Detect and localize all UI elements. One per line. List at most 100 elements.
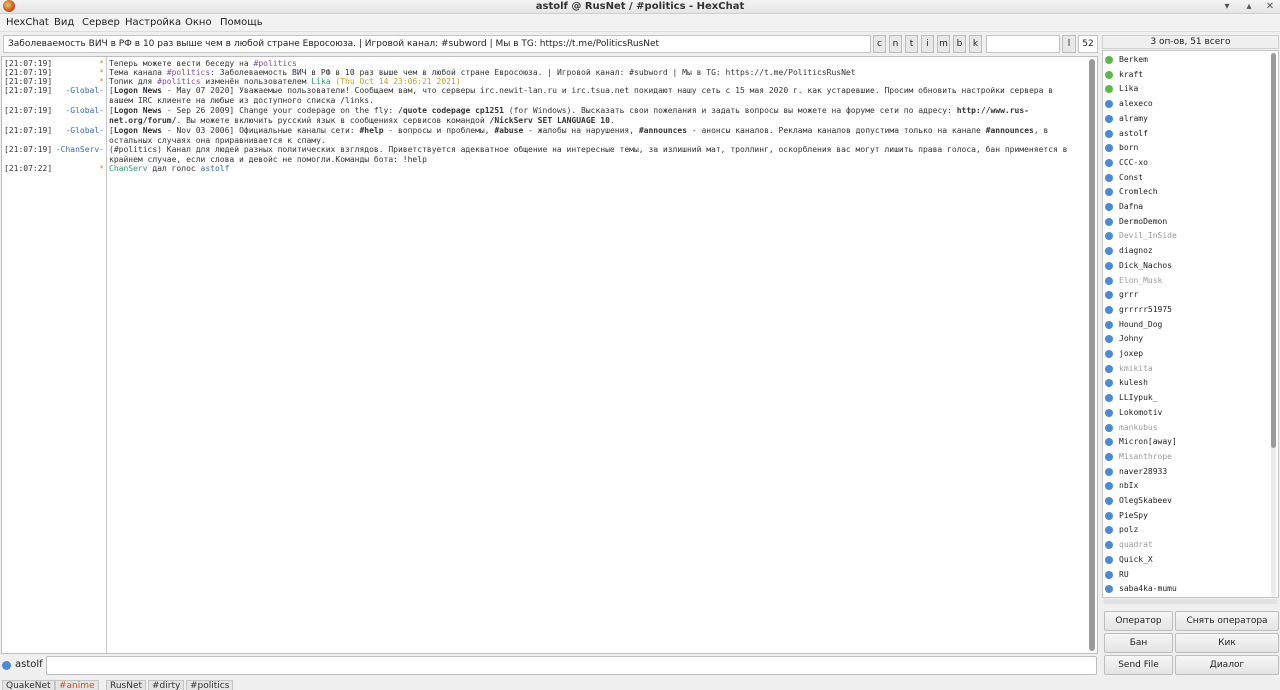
user-list-item[interactable]: alexeco [1105, 97, 1265, 111]
user-list-scrollbar-thumb[interactable] [1271, 53, 1276, 448]
user-list-item[interactable]: alramy [1105, 112, 1265, 126]
user-list-item[interactable]: OlegSkabeev [1105, 494, 1265, 508]
user-limit-field[interactable]: 52 [1078, 35, 1098, 53]
message-input[interactable] [46, 656, 1097, 675]
tab-rusnet[interactable]: RusNet [106, 680, 147, 690]
maximize-icon[interactable]: ▴ [1243, 1, 1255, 13]
user-nick: Hound_Dog [1119, 319, 1163, 329]
user-list-item[interactable]: born [1105, 141, 1265, 155]
user-list-item[interactable]: kmikita [1105, 362, 1265, 376]
key-input[interactable] [986, 35, 1060, 53]
user-list-item[interactable]: RU [1105, 568, 1265, 582]
voice-status-icon [1105, 114, 1113, 123]
voice-status-icon [1105, 129, 1113, 138]
kick-button[interactable]: Кик [1175, 633, 1279, 653]
user-list-item[interactable]: diagnoz [1105, 244, 1265, 258]
user-list-item[interactable]: Lika [1105, 82, 1265, 96]
user-list-item[interactable]: mankubus [1105, 421, 1265, 435]
tab-quakenet[interactable]: QuakeNet [2, 680, 55, 690]
voice-status-icon [1105, 364, 1113, 373]
ban-button[interactable]: Бан [1104, 633, 1173, 653]
user-list-item[interactable]: polz [1105, 523, 1265, 537]
tab-dirty[interactable]: #dirty [148, 680, 185, 690]
user-list-hscrollbar[interactable] [1103, 599, 1278, 604]
user-list-item[interactable]: joxep [1105, 347, 1265, 361]
chat-nick[interactable]: -Global- [65, 106, 104, 116]
user-list[interactable]: Berkem kraft Lika alexeco alramy astolf born CC… [1102, 50, 1279, 598]
voice-status-icon [1105, 511, 1113, 520]
user-list-item[interactable]: Devil_InSide [1105, 229, 1265, 243]
user-list-item[interactable]: Dafna [1105, 200, 1265, 214]
user-list-item[interactable]: LLIypuk_ [1105, 391, 1265, 405]
user-list-item[interactable]: naver28933 [1105, 465, 1265, 479]
send-file-button[interactable]: Send File [1104, 655, 1173, 675]
user-list-item[interactable]: Quick_X [1105, 553, 1265, 567]
chat-nick[interactable]: * [99, 164, 104, 174]
chat-nick[interactable]: -ChanServ- [56, 145, 104, 155]
dialog-button[interactable]: Диалог [1175, 655, 1279, 675]
voice-status-icon [1105, 291, 1113, 300]
mode-i-button[interactable]: i [921, 35, 934, 53]
user-list-item[interactable]: Misanthrope [1105, 450, 1265, 464]
user-list-item[interactable]: Elon_Musk [1105, 274, 1265, 288]
user-list-item[interactable]: grrr [1105, 288, 1265, 302]
user-list-item[interactable]: grrrrr51975 [1105, 303, 1265, 317]
user-list-item[interactable]: CCC-xo [1105, 156, 1265, 170]
user-list-item[interactable]: saba4ka-mumu [1105, 582, 1265, 596]
voice-status-icon [1105, 394, 1113, 403]
nick-column-separator[interactable] [106, 57, 107, 653]
user-list-item[interactable]: Dick_Nachos [1105, 259, 1265, 273]
close-icon[interactable]: ✕ [1264, 1, 1276, 13]
chat-log[interactable]: [21:07:19] * Теперь можете вести беседу на… [1, 56, 1098, 654]
user-list-item[interactable]: quadrat [1105, 538, 1265, 552]
deop-button[interactable]: Снять оператора [1175, 611, 1279, 631]
user-list-item[interactable]: Const [1105, 171, 1265, 185]
user-nick: born [1119, 143, 1139, 153]
user-list-item[interactable]: Hound_Dog [1105, 318, 1265, 332]
user-nick: Lokomotiv [1119, 407, 1163, 417]
chat-message: [Logon News - Sep 26 2009] Change your c… [109, 106, 1029, 125]
user-list-item[interactable]: Cromlech [1105, 185, 1265, 199]
nick-button[interactable]: astolf [15, 659, 43, 670]
mode-k-button[interactable]: k [969, 35, 982, 53]
user-list-item[interactable]: Micron[away] [1105, 435, 1265, 449]
user-list-item[interactable]: astolf [1105, 127, 1265, 141]
mode-n-button[interactable]: n [889, 35, 902, 53]
voice-status-icon [1105, 379, 1113, 388]
mode-b-button[interactable]: b [953, 35, 966, 53]
menu-server[interactable]: Сервер [82, 17, 120, 28]
user-list-item[interactable]: kulesh [1105, 376, 1265, 390]
mode-l-button[interactable]: l [1062, 35, 1076, 53]
chat-scrollbar-thumb[interactable] [1089, 59, 1095, 651]
user-list-item[interactable]: Berkem [1105, 53, 1265, 67]
user-nick: alramy [1119, 113, 1148, 123]
mode-t-button[interactable]: t [905, 35, 918, 53]
user-list-scrollbar[interactable] [1271, 53, 1276, 597]
user-list-item[interactable]: kraft [1105, 68, 1265, 82]
user-list-item[interactable]: nbIx [1105, 479, 1265, 493]
menu-hexchat[interactable]: HexChat [6, 17, 49, 28]
tab-politics[interactable]: #politics [186, 680, 234, 690]
voice-status-icon [1105, 541, 1113, 550]
voice-status-icon [1105, 173, 1113, 182]
operator-status-icon [1105, 70, 1113, 79]
mode-c-button[interactable]: c [873, 35, 886, 53]
user-list-item[interactable]: Lokomotiv [1105, 406, 1265, 420]
mode-m-button[interactable]: m [937, 35, 950, 53]
user-list-item[interactable]: Johny [1105, 332, 1265, 346]
chat-nick[interactable]: -Global- [65, 126, 104, 136]
topic-field[interactable]: Заболеваемость ВИЧ в РФ в 10 раз выше че… [3, 35, 871, 53]
menu-view[interactable]: Вид [54, 17, 74, 28]
menu-help[interactable]: Помощь [220, 17, 263, 28]
menu-settings[interactable]: Настройка [125, 17, 181, 28]
op-button[interactable]: Оператор [1104, 611, 1173, 631]
chat-nick[interactable]: -Global- [65, 86, 104, 96]
tab-anime[interactable]: #anime [55, 680, 99, 690]
chat-scrollbar[interactable] [1089, 59, 1095, 651]
minimize-icon[interactable]: ▾ [1221, 1, 1233, 13]
timestamp: [21:07:19] [4, 106, 53, 115]
user-list-item[interactable]: PieSpy [1105, 509, 1265, 523]
voice-status-icon [1105, 570, 1113, 579]
user-list-item[interactable]: DermoDemon [1105, 215, 1265, 229]
menu-window[interactable]: Окно [185, 17, 212, 28]
